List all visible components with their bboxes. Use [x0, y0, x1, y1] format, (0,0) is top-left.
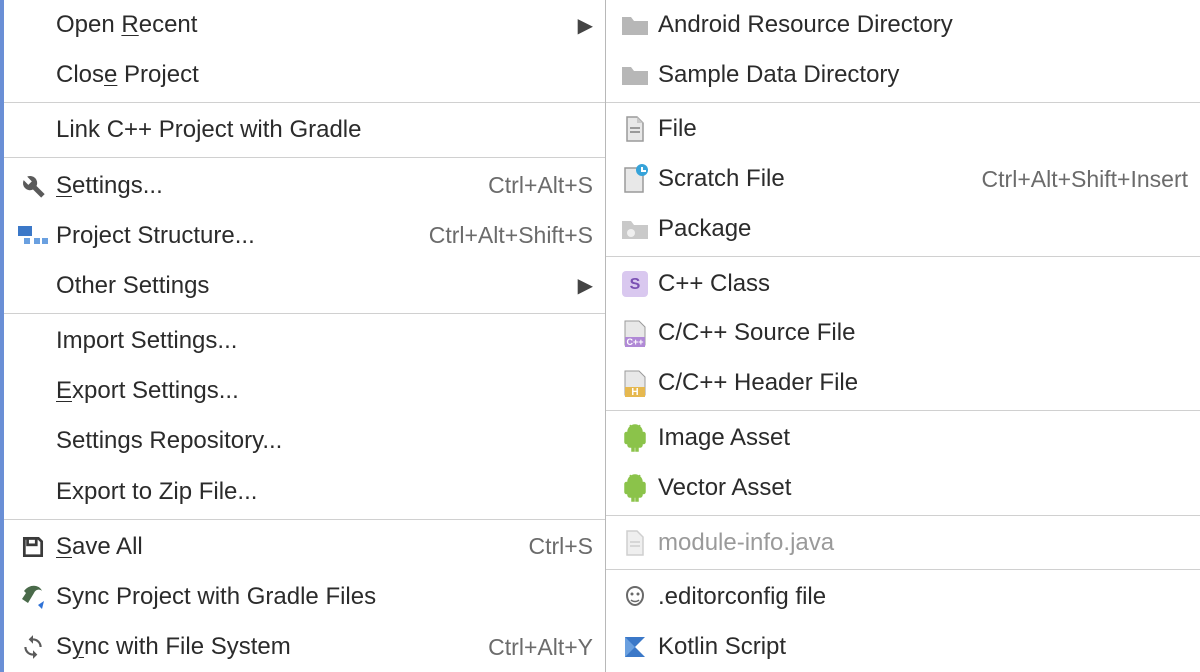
- menu-item-open-recent[interactable]: Open Recent ▶: [4, 0, 605, 50]
- menu-item-label: Project Structure...: [56, 222, 429, 250]
- folder-grey-icon: [612, 63, 658, 87]
- menu-separator: [606, 256, 1200, 257]
- sync-gradle-icon: [10, 583, 56, 611]
- editorconfig-icon: [612, 583, 658, 611]
- scratch-icon: [612, 164, 658, 194]
- menu-item-label: C/C++ Header File: [658, 369, 1188, 397]
- menu-shortcut: Ctrl+Alt+Y: [488, 634, 593, 661]
- cpp-hdr-icon: H: [612, 369, 658, 397]
- menu-item-import-settings[interactable]: Import Settings...: [4, 316, 605, 366]
- menu-item-image-asset[interactable]: Image Asset: [606, 413, 1200, 463]
- menu-item-label: Package: [658, 215, 1188, 243]
- menu-item-sample-data-directory[interactable]: Sample Data Directory: [606, 50, 1200, 100]
- menu-shortcut: Ctrl+Alt+Shift+S: [429, 222, 593, 249]
- menu-item-label: Close Project: [56, 61, 593, 89]
- menu-item-label: Sync Project with Gradle Files: [56, 583, 593, 611]
- menu-item-scratch-file[interactable]: Scratch FileCtrl+Alt+Shift+Insert: [606, 154, 1200, 204]
- menu-item-label: Export Settings...: [56, 377, 593, 405]
- menu-item-label: Kotlin Script: [658, 633, 1188, 661]
- menu-item-label: C/C++ Source File: [658, 319, 1188, 347]
- package-icon: [612, 217, 658, 241]
- menu-item-label: Image Asset: [658, 424, 1188, 452]
- menu-separator: [4, 313, 605, 314]
- menu-item-export-settings[interactable]: Export Settings...: [4, 366, 605, 416]
- menu-item-label: Open Recent: [56, 11, 570, 39]
- kotlin-icon: [612, 634, 658, 660]
- sync-icon: [10, 634, 56, 660]
- file-grey-icon: [612, 529, 658, 557]
- menu-separator: [606, 410, 1200, 411]
- menu-item-close-project[interactable]: Close Project: [4, 50, 605, 100]
- menu-item-save-all[interactable]: Save AllCtrl+S: [4, 522, 605, 572]
- menu-item-label: Sync with File System: [56, 633, 488, 661]
- menu-item-link-c-project-with-gradle[interactable]: Link C++ Project with Gradle: [4, 105, 605, 155]
- menu-item-label: Scratch File: [658, 165, 982, 193]
- cpp-src-icon: C++: [612, 319, 658, 347]
- menu-item-file[interactable]: File: [606, 105, 1200, 155]
- menu-item-label: Save All: [56, 533, 528, 561]
- menu-item-vector-asset[interactable]: Vector Asset: [606, 463, 1200, 513]
- android-icon: [612, 423, 658, 453]
- menu-shortcut: Ctrl+Alt+Shift+Insert: [982, 166, 1188, 193]
- submenu-arrow-icon: ▶: [578, 273, 593, 298]
- menu-item-android-resource-directory[interactable]: Android Resource Directory: [606, 0, 1200, 50]
- new-submenu: Android Resource Directory Sample Data Di…: [605, 0, 1200, 672]
- menu-item-package[interactable]: Package: [606, 204, 1200, 254]
- menu-separator: [4, 519, 605, 520]
- menu-item-editorconfig-file[interactable]: .editorconfig file: [606, 572, 1200, 622]
- menu-shortcut: Ctrl+Alt+S: [488, 172, 593, 199]
- menu-item-c-c-header-file[interactable]: H C/C++ Header File: [606, 358, 1200, 408]
- menu-item-label: Settings...: [56, 172, 488, 200]
- submenu-arrow-icon: ▶: [578, 13, 593, 38]
- menu-item-label: Other Settings: [56, 272, 570, 300]
- menu-item-module-info-java: module-info.java: [606, 518, 1200, 568]
- menu-item-label: Import Settings...: [56, 327, 593, 355]
- menu-item-label: Link C++ Project with Gradle: [56, 116, 593, 144]
- menu-item-other-settings[interactable]: Other Settings ▶: [4, 261, 605, 311]
- file-menu: Open Recent ▶ Close Project Link C++ Projec…: [0, 0, 605, 672]
- menu-item-sync-project-with-gradle-files[interactable]: Sync Project with Gradle Files: [4, 572, 605, 622]
- svg-text:C++: C++: [626, 337, 643, 347]
- menu-item-c-class[interactable]: S C++ Class: [606, 259, 1200, 309]
- menu-item-label: Android Resource Directory: [658, 11, 1188, 39]
- menu-item-settings-repository[interactable]: Settings Repository...: [4, 416, 605, 466]
- menu-item-label: File: [658, 115, 1188, 143]
- wrench-icon: [10, 172, 56, 200]
- android-icon: [612, 473, 658, 503]
- file-icon: [612, 115, 658, 143]
- menu-item-label: Settings Repository...: [56, 427, 593, 455]
- menu-item-label: Export to Zip File...: [56, 478, 593, 506]
- menu-separator: [606, 569, 1200, 570]
- menu-item-kotlin-script[interactable]: Kotlin Script: [606, 622, 1200, 672]
- menu-separator: [4, 102, 605, 103]
- menu-item-c-c-source-file[interactable]: C++ C/C++ Source File: [606, 309, 1200, 359]
- svg-text:S: S: [630, 276, 641, 293]
- menu-item-label: C++ Class: [658, 270, 1188, 298]
- menu-item-settings[interactable]: Settings...Ctrl+Alt+S: [4, 160, 605, 210]
- menu-item-project-structure[interactable]: Project Structure...Ctrl+Alt+Shift+S: [4, 211, 605, 261]
- svg-text:H: H: [631, 387, 638, 397]
- menu-item-export-to-zip-file[interactable]: Export to Zip File...: [4, 466, 605, 516]
- menu-separator: [606, 515, 1200, 516]
- cpp-class-icon: S: [612, 271, 658, 297]
- save-icon: [10, 534, 56, 560]
- proj-struct-icon: [10, 224, 56, 248]
- menu-item-label: .editorconfig file: [658, 583, 1188, 611]
- menu-item-sync-with-file-system[interactable]: Sync with File SystemCtrl+Alt+Y: [4, 622, 605, 672]
- folder-grey-icon: [612, 13, 658, 37]
- menu-item-label: Vector Asset: [658, 474, 1188, 502]
- menu-item-label: Sample Data Directory: [658, 61, 1188, 89]
- menu-item-label: module-info.java: [658, 529, 1188, 557]
- menu-separator: [4, 157, 605, 158]
- menu-shortcut: Ctrl+S: [528, 533, 593, 560]
- menu-separator: [606, 102, 1200, 103]
